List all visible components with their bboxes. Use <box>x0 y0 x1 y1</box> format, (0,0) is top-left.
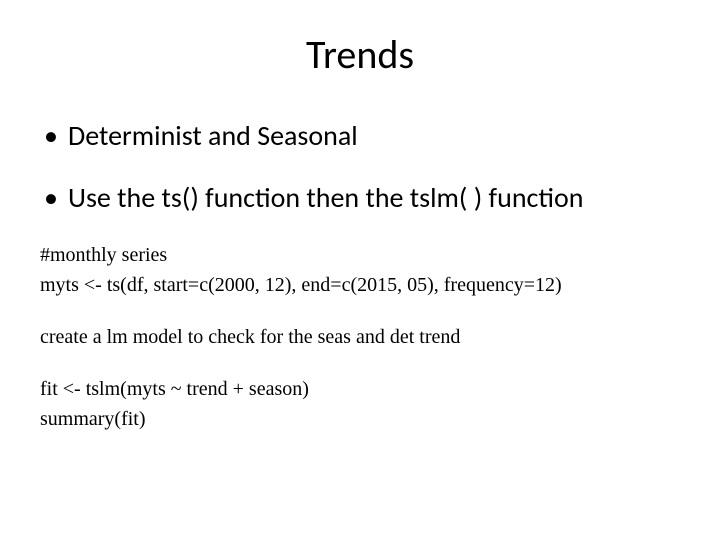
code-line: myts <- ts(df, start=c(2000, 12), end=c(… <box>40 272 680 298</box>
body-text: #monthly series myts <- ts(df, start=c(2… <box>40 242 680 432</box>
slide: Trends Determinist and Seasonal Use the … <box>0 0 720 540</box>
page-title: Trends <box>40 30 680 79</box>
bullet-list: Determinist and Seasonal Use the ts() fu… <box>40 119 680 214</box>
bullet-item: Determinist and Seasonal <box>40 119 680 153</box>
code-line: summary(fit) <box>40 406 680 432</box>
code-line: #monthly series <box>40 242 680 268</box>
code-line: fit <- tslm(myts ~ trend + season) <box>40 376 680 402</box>
bullet-item: Use the ts() function then the tslm( ) f… <box>40 181 680 215</box>
code-line: create a lm model to check for the seas … <box>40 324 680 350</box>
